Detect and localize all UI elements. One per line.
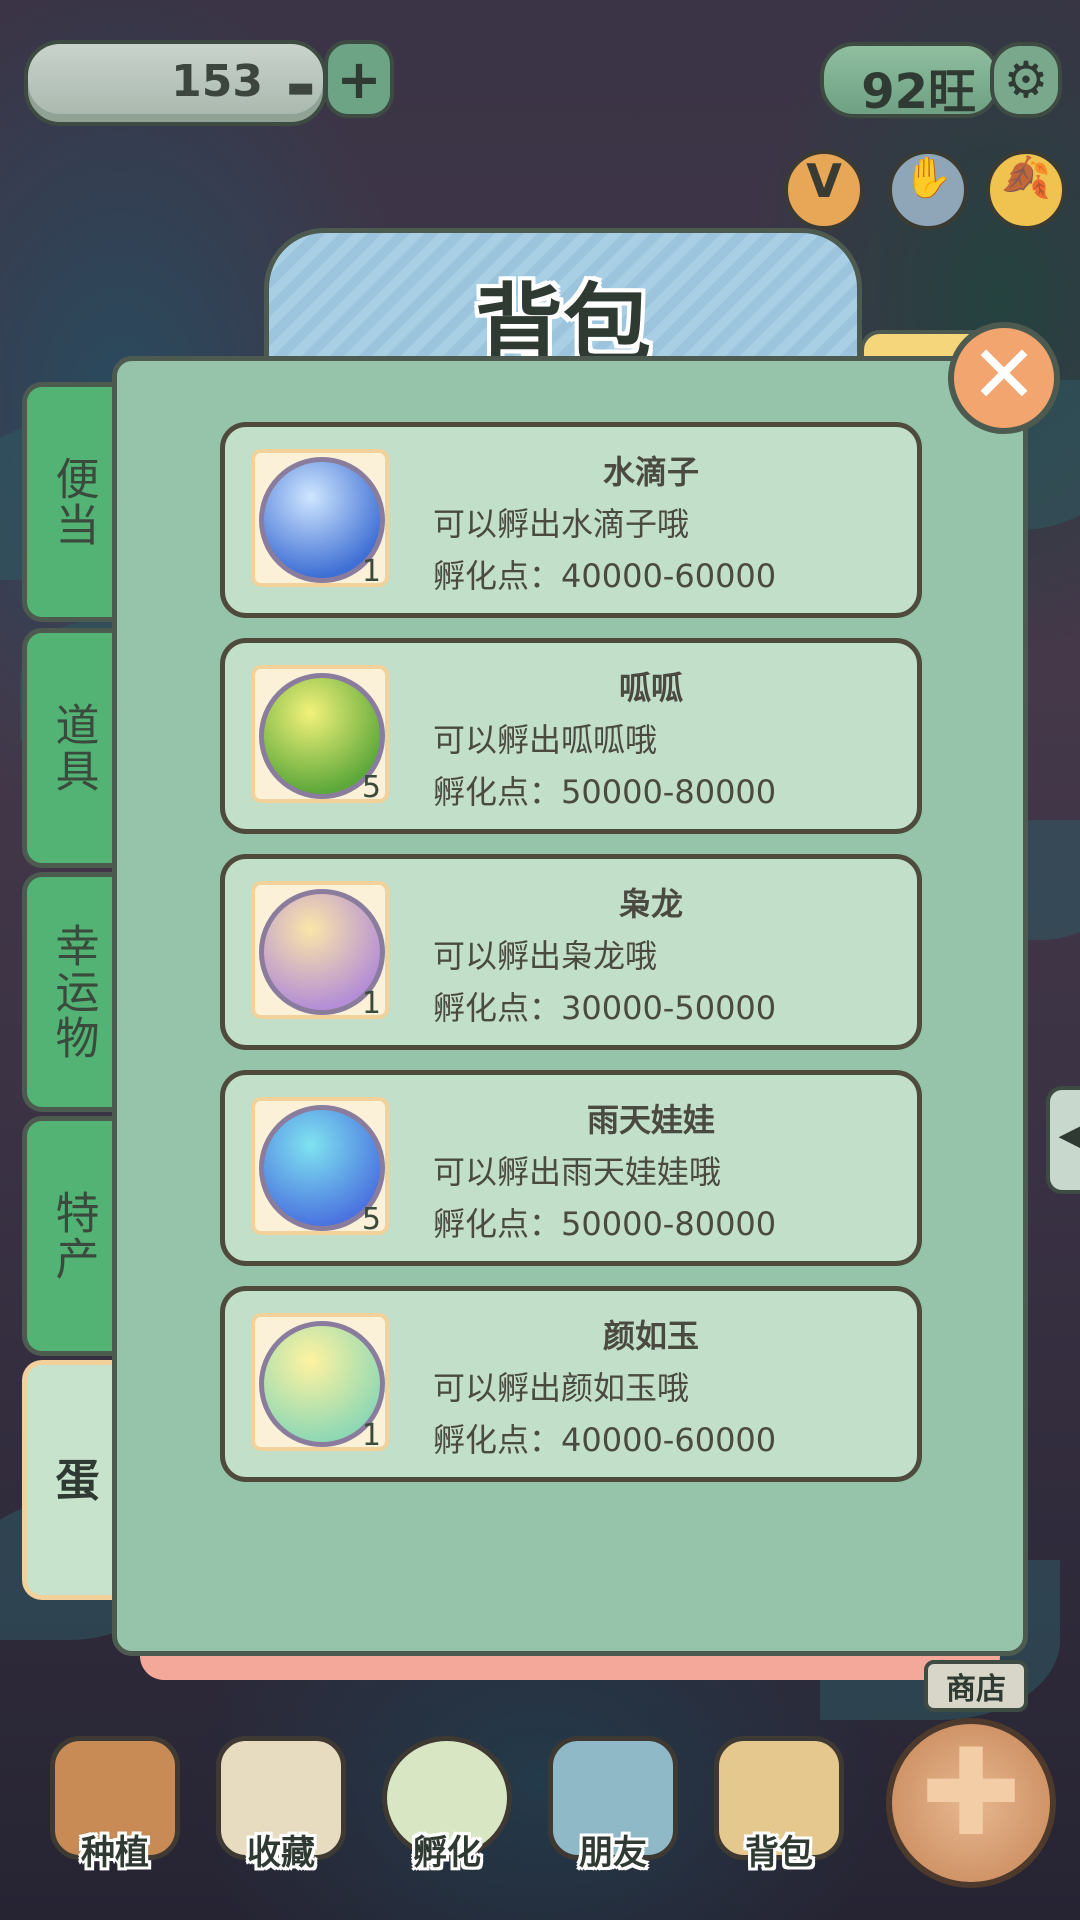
coin-balance: 153 ▬ bbox=[24, 40, 327, 126]
add-coins-button[interactable]: + bbox=[324, 40, 394, 118]
nav-backpack[interactable]: 背包 bbox=[704, 1730, 854, 1880]
gear-icon: ⚙ bbox=[1003, 51, 1049, 109]
cross-action-icon: ✚ bbox=[920, 1724, 1022, 1863]
egg-item-4[interactable]: 5 雨天娃娃 可以孵出雨天娃娃哦 孵化点：50000-80000 bbox=[220, 1070, 922, 1266]
close-icon: ✕ bbox=[970, 328, 1038, 421]
nav-collection[interactable]: 收藏 bbox=[206, 1730, 356, 1880]
item-description: 可以孵出枭龙哦 bbox=[433, 937, 658, 975]
item-name: 雨天娃娃 bbox=[586, 1101, 715, 1139]
item-name: 呱呱 bbox=[618, 669, 683, 707]
hand-icon: ✋ bbox=[903, 155, 953, 201]
egg-item-2[interactable]: 5 呱呱 可以孵出呱呱哦 孵化点：50000-80000 bbox=[220, 638, 922, 834]
nav-label: 朋友 bbox=[579, 1833, 647, 1873]
gold-ingot-icon: ▬ bbox=[286, 70, 315, 105]
tab-lucky-items[interactable]: 幸运物 bbox=[22, 872, 118, 1112]
item-quantity: 5 bbox=[361, 1202, 381, 1237]
egg-item-1[interactable]: 1 水滴子 可以孵出水滴子哦 孵化点：40000-60000 bbox=[220, 422, 922, 618]
tab-label: 道具 bbox=[47, 702, 99, 794]
nav-label: 收藏 bbox=[247, 1833, 315, 1873]
item-quantity: 1 bbox=[361, 986, 381, 1021]
tab-specialty[interactable]: 特产 bbox=[22, 1116, 118, 1356]
item-quantity: 1 bbox=[361, 1418, 381, 1453]
tab-props[interactable]: 道具 bbox=[22, 628, 118, 868]
item-description: 可以孵出呱呱哦 bbox=[433, 721, 658, 759]
main-action-button[interactable]: ✚ bbox=[886, 1718, 1056, 1888]
nav-hatch[interactable]: 孵化 bbox=[372, 1730, 522, 1880]
shop-button[interactable]: 商店 bbox=[924, 1660, 1028, 1712]
egg-item-3[interactable]: 1 枭龙 可以孵出枭龙哦 孵化点：30000-50000 bbox=[220, 854, 922, 1050]
egg-icon-frame: 1 bbox=[251, 449, 389, 589]
item-name: 枭龙 bbox=[618, 885, 683, 923]
v-badge-button[interactable]: V bbox=[784, 150, 864, 230]
item-hatch-points: 孵化点：50000-80000 bbox=[433, 773, 777, 811]
tab-label: 蛋 bbox=[47, 1457, 99, 1503]
nav-friends[interactable]: 朋友 bbox=[538, 1730, 688, 1880]
coin-count: 153 bbox=[171, 56, 263, 107]
item-hatch-points: 孵化点：40000-60000 bbox=[433, 1421, 777, 1459]
chevron-left-icon: ◀ bbox=[1058, 1118, 1080, 1153]
side-drawer-toggle[interactable]: ◀ bbox=[1046, 1086, 1080, 1194]
close-button[interactable]: ✕ bbox=[948, 322, 1060, 434]
egg-icon-frame: 1 bbox=[251, 1313, 389, 1453]
egg-icon-frame: 5 bbox=[251, 665, 389, 805]
hand-button[interactable]: ✋ bbox=[888, 150, 968, 230]
v-badge-icon: V bbox=[806, 154, 842, 208]
item-quantity: 5 bbox=[361, 770, 381, 805]
tab-label: 便当 bbox=[47, 456, 99, 548]
item-description: 可以孵出颜如玉哦 bbox=[433, 1369, 690, 1407]
nav-label: 种植 bbox=[81, 1833, 149, 1873]
tab-label: 特产 bbox=[47, 1190, 99, 1282]
nav-label: 孵化 bbox=[413, 1833, 481, 1873]
ginkgo-button[interactable]: 🍂 bbox=[986, 150, 1066, 230]
item-name: 水滴子 bbox=[602, 453, 699, 491]
nav-planting[interactable]: 种植 bbox=[40, 1730, 190, 1880]
item-quantity: 1 bbox=[361, 554, 381, 589]
plus-icon: + bbox=[336, 48, 382, 111]
tab-bento[interactable]: 便当 bbox=[22, 382, 118, 622]
settings-button[interactable]: ⚙ bbox=[990, 42, 1062, 118]
item-description: 可以孵出水滴子哦 bbox=[433, 505, 690, 543]
item-hatch-points: 孵化点：30000-50000 bbox=[433, 989, 777, 1027]
egg-icon-frame: 1 bbox=[251, 881, 389, 1021]
wang-count: 92旺 bbox=[861, 64, 976, 120]
item-hatch-points: 孵化点：40000-60000 bbox=[433, 557, 777, 595]
egg-item-5[interactable]: 1 颜如玉 可以孵出颜如玉哦 孵化点：40000-60000 bbox=[220, 1286, 922, 1482]
egg-icon-frame: 5 bbox=[251, 1097, 389, 1237]
nav-label: 背包 bbox=[745, 1833, 813, 1873]
tab-label: 幸运物 bbox=[47, 923, 99, 1061]
ginkgo-leaf-icon: 🍂 bbox=[1001, 155, 1051, 201]
item-description: 可以孵出雨天娃娃哦 bbox=[433, 1153, 722, 1191]
item-hatch-points: 孵化点：50000-80000 bbox=[433, 1205, 777, 1243]
wang-balance: 92旺 bbox=[820, 42, 1000, 120]
tab-eggs[interactable]: 蛋 bbox=[22, 1360, 118, 1600]
item-name: 颜如玉 bbox=[602, 1317, 699, 1355]
